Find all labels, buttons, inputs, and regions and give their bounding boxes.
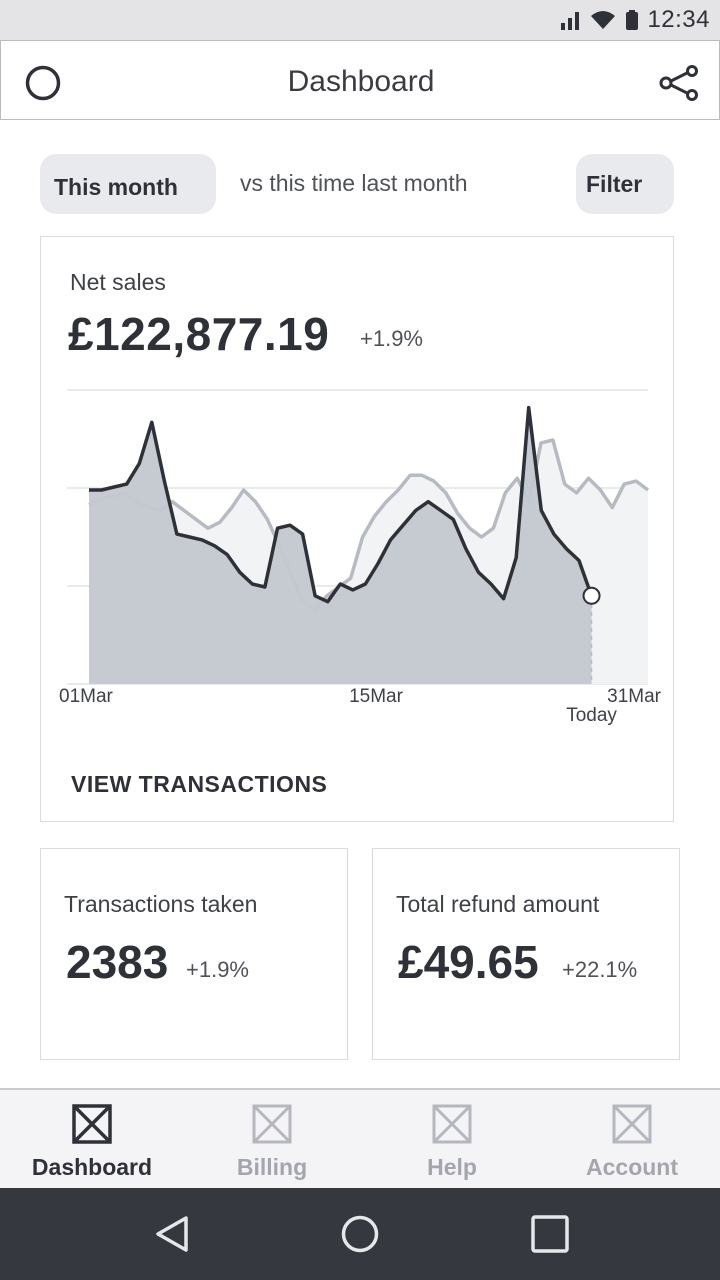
filter-button[interactable]: Filter: [576, 154, 674, 214]
x-tick-label-end: 31Mar: [607, 686, 662, 707]
period-comparison-text: vs this time last month: [240, 170, 468, 196]
bottom-nav: Dashboard Billing Help Account: [0, 1088, 720, 1188]
nav-label-billing: Billing: [236, 1154, 308, 1180]
period-this-month-button[interactable]: This month: [40, 154, 216, 214]
net-sales-chart: 01Mar 15Mar 31Mar Today: [59, 389, 662, 726]
today-label: Today: [566, 705, 617, 726]
nav-label-help: Help: [427, 1154, 477, 1180]
refund-label: Total refund amount: [396, 891, 600, 917]
net-sales-card: Net sales £122,877.19 +1.9% 01Mar 15Mar …: [40, 236, 674, 822]
nav-item-dashboard[interactable]: Dashboard: [2, 1090, 182, 1190]
nav-label-account: Account: [586, 1154, 678, 1180]
transactions-card: Transactions taken 2383 +1.9%: [40, 848, 348, 1060]
x-tick-label-start: 01Mar: [59, 686, 114, 707]
transactions-delta: +1.9%: [186, 957, 249, 982]
nav-item-account[interactable]: Account: [542, 1090, 720, 1190]
system-nav-bar: [0, 1188, 720, 1280]
transactions-value: 2383: [66, 936, 169, 988]
transactions-label: Transactions taken: [64, 891, 258, 917]
nav-item-billing[interactable]: Billing: [182, 1090, 362, 1190]
status-time: 12:34: [647, 6, 710, 33]
status-icons: 12:34: [559, 0, 710, 40]
home-icon[interactable]: [340, 1214, 380, 1254]
status-bar: 12:34: [0, 0, 720, 40]
app-bar: Dashboard: [0, 40, 720, 120]
x-tick-label-mid: 15Mar: [349, 686, 404, 707]
page-title: Dashboard: [287, 65, 435, 98]
placeholder-icon: [72, 1104, 112, 1144]
refund-delta: +22.1%: [562, 957, 638, 982]
today-marker-dot: [582, 586, 601, 605]
refund-value: £49.65: [398, 936, 539, 988]
placeholder-icon: [612, 1104, 652, 1144]
refund-card: Total refund amount £49.65 +22.1%: [372, 848, 680, 1060]
placeholder-icon: [252, 1104, 292, 1144]
placeholder-icon: [432, 1104, 472, 1144]
share-icon[interactable]: [659, 65, 699, 101]
recents-icon[interactable]: [530, 1214, 570, 1254]
nav-item-help[interactable]: Help: [362, 1090, 542, 1190]
back-icon[interactable]: [152, 1214, 192, 1254]
signal-icon: [561, 12, 580, 30]
battery-icon: [626, 10, 639, 30]
view-transactions-link[interactable]: VIEW TRANSACTIONS: [71, 771, 327, 798]
wifi-icon: [591, 11, 616, 29]
nav-label-dashboard: Dashboard: [31, 1154, 153, 1180]
